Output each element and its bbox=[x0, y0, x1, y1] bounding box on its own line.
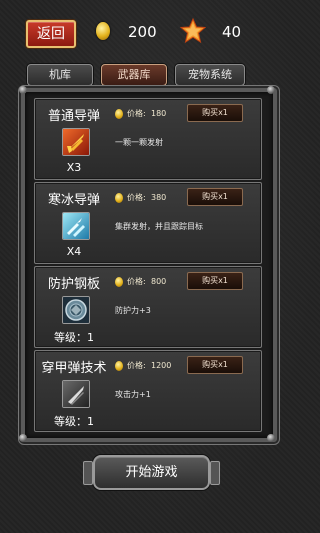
item-description: 一颗一颗发射 bbox=[115, 138, 163, 147]
buy-button[interactable]: 购买x1 bbox=[187, 104, 243, 122]
tab-armory-label: 武器库 bbox=[117, 68, 151, 81]
rivet-icon bbox=[267, 86, 275, 94]
star-icon bbox=[180, 18, 206, 44]
tab-pet-system[interactable]: 宠物系统 bbox=[175, 64, 245, 86]
item-level: 等级：1 bbox=[54, 331, 94, 344]
price-coin-icon bbox=[115, 109, 123, 119]
tab-hangar-label: 机库 bbox=[49, 68, 71, 81]
item-description: 攻击力+1 bbox=[115, 390, 151, 399]
price-coin-icon bbox=[115, 277, 123, 287]
item-card-normal-missile: 普通导弹 X3 价格: 180 购买x1 一颗一颗发射 bbox=[34, 98, 262, 180]
item-description: 防护力+3 bbox=[115, 306, 151, 315]
missile-icon bbox=[62, 128, 90, 156]
item-quantity: X3 bbox=[66, 161, 82, 174]
item-name: 普通导弹 bbox=[47, 109, 100, 124]
item-description: 集群发射，并且跟踪目标 bbox=[115, 222, 203, 231]
gold-amount: 200 bbox=[128, 23, 157, 41]
price-label: 价格: bbox=[127, 361, 146, 370]
rivet-icon bbox=[19, 86, 27, 94]
item-name: 寒冰导弹 bbox=[47, 193, 100, 208]
rivet-icon bbox=[267, 434, 275, 442]
price-label: 价格: bbox=[127, 277, 146, 286]
price-coin-icon bbox=[115, 193, 123, 203]
buy-button[interactable]: 购买x1 bbox=[187, 356, 243, 374]
gold-coin-icon bbox=[96, 22, 110, 40]
tab-armory[interactable]: 武器库 bbox=[101, 64, 167, 86]
star-amount: 40 bbox=[222, 23, 242, 41]
price-coin-icon bbox=[115, 361, 123, 371]
rivet-icon bbox=[19, 434, 27, 442]
price-label: 价格: bbox=[127, 193, 146, 202]
item-name: 穿甲弹技术 bbox=[41, 361, 107, 376]
start-game-button[interactable]: 开始游戏 bbox=[83, 455, 220, 490]
start-game-label: 开始游戏 bbox=[125, 465, 178, 480]
item-card-armor-plate: 防护钢板 等级：1 价格: 800 购买x1 防护力+3 bbox=[34, 266, 262, 348]
buy-button[interactable]: 购买x1 bbox=[187, 272, 243, 290]
buy-button[interactable]: 购买x1 bbox=[187, 188, 243, 206]
back-button-label: 返回 bbox=[37, 26, 65, 42]
ice-missile-icon bbox=[62, 212, 90, 240]
price-label: 价格: bbox=[127, 109, 146, 118]
price-value: 180 bbox=[151, 109, 167, 118]
item-card-armor-piercing: 穿甲弹技术 等级：1 价格: 1200 购买x1 攻击力+1 bbox=[34, 350, 262, 432]
armor-piercing-icon bbox=[62, 380, 90, 408]
tab-pet-system-label: 宠物系统 bbox=[188, 68, 232, 81]
back-button[interactable]: 返回 bbox=[26, 20, 76, 48]
armor-plate-icon bbox=[62, 296, 90, 324]
item-card-ice-missile: 寒冰导弹 X4 价格: 380 购买x1 集群发射，并且跟踪目标 bbox=[34, 182, 262, 264]
tab-hangar[interactable]: 机库 bbox=[27, 64, 93, 86]
price-value: 1200 bbox=[151, 361, 172, 370]
item-quantity: X4 bbox=[66, 245, 82, 258]
item-level: 等级：1 bbox=[54, 415, 94, 428]
price-value: 800 bbox=[151, 277, 167, 286]
price-value: 380 bbox=[151, 193, 167, 202]
item-name: 防护钢板 bbox=[47, 277, 100, 292]
